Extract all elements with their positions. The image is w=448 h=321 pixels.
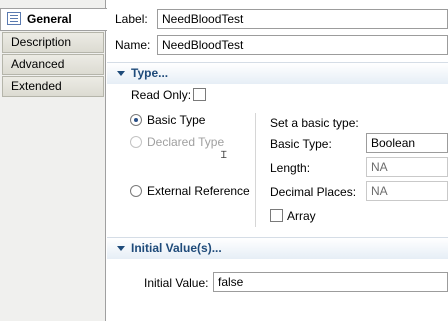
basic-type-radio-label: Basic Type <box>147 113 206 127</box>
basic-type-select[interactable]: Boolean <box>366 133 448 153</box>
read-only-checkbox[interactable] <box>193 88 206 101</box>
initial-value-section-header[interactable]: Initial Value(s)... <box>107 237 448 259</box>
properties-panel: Label: NeedBloodTest Name: NeedBloodTest… <box>107 0 448 321</box>
initial-value-section-title: Initial Value(s)... <box>131 241 222 255</box>
read-only-label: Read Only: <box>131 88 192 102</box>
type-section-header[interactable]: Type... <box>107 62 448 84</box>
initial-value-field[interactable]: false <box>213 272 448 292</box>
length-label: Length: <box>270 161 311 175</box>
tab-general-label: General <box>27 12 72 26</box>
tab-extended-label: Extended <box>11 79 62 93</box>
name-field[interactable]: NeedBloodTest <box>157 35 448 55</box>
tab-extended[interactable]: Extended <box>2 76 104 97</box>
tab-description[interactable]: Description <box>2 32 104 53</box>
expand-triangle-icon[interactable] <box>117 246 125 251</box>
external-reference-radio-label: External Reference <box>147 184 250 198</box>
declared-type-radio <box>130 136 142 148</box>
external-reference-radio[interactable] <box>130 185 142 197</box>
type-section-title: Type... <box>131 66 169 80</box>
tab-advanced-label: Advanced <box>11 57 65 71</box>
length-field: NA <box>366 157 448 177</box>
vertical-separator <box>255 113 256 227</box>
tab-advanced[interactable]: Advanced <box>2 54 104 75</box>
basic-type-radio[interactable] <box>130 114 142 126</box>
declared-type-radio-label: Declared Type <box>147 135 225 149</box>
decimal-places-label: Decimal Places: <box>270 185 357 199</box>
tab-strip: General Description Advanced Extended <box>0 0 107 321</box>
label-caption: Label: <box>115 12 148 26</box>
tab-general[interactable]: General <box>0 8 107 31</box>
initial-value-label: Initial Value: <box>144 276 209 290</box>
basic-type-label: Basic Type: <box>270 137 332 151</box>
text-cursor-icon: Ɪ <box>221 150 227 161</box>
decimal-places-field: NA <box>366 181 448 201</box>
array-label: Array <box>287 209 316 223</box>
tab-description-label: Description <box>11 35 72 49</box>
array-checkbox[interactable] <box>270 209 283 222</box>
name-caption: Name: <box>115 38 151 52</box>
label-field[interactable]: NeedBloodTest <box>157 9 448 29</box>
expand-triangle-icon[interactable] <box>117 71 125 76</box>
form-icon <box>7 12 21 25</box>
set-basic-type-caption: Set a basic type: <box>270 116 359 130</box>
